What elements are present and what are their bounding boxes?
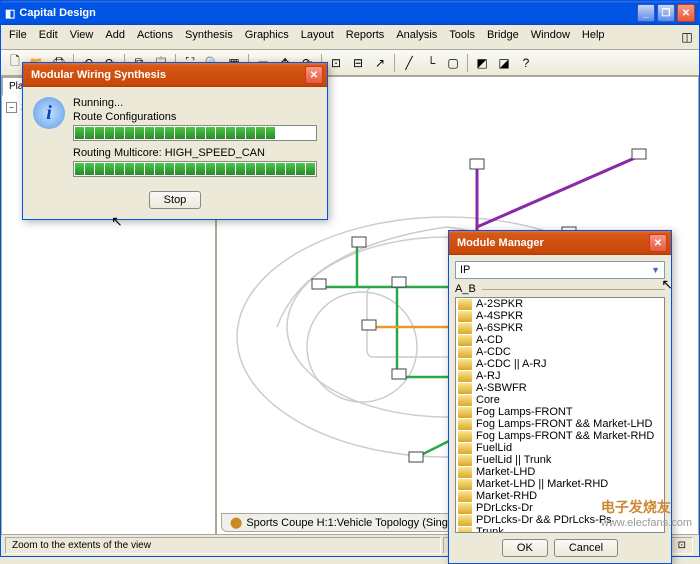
list-item[interactable]: Market-LHD || Market-RHD bbox=[456, 478, 664, 490]
list-item[interactable]: PDrLcks-Dr && PDrLcks-Ps bbox=[456, 514, 664, 526]
cancel-button[interactable]: Cancel bbox=[554, 539, 618, 557]
menu-layout[interactable]: Layout bbox=[295, 27, 340, 47]
list-item[interactable]: A-CDC || A-RJ bbox=[456, 358, 664, 370]
minimize-button[interactable]: _ bbox=[637, 4, 655, 22]
menu-reports[interactable]: Reports bbox=[340, 27, 391, 47]
list-item[interactable]: A-CDC bbox=[456, 346, 664, 358]
sort-label[interactable]: A_B bbox=[455, 283, 476, 295]
list-item[interactable]: A-4SPKR bbox=[456, 310, 664, 322]
progress-bar-1 bbox=[73, 125, 317, 141]
list-item[interactable]: Market-RHD bbox=[456, 490, 664, 502]
module-titlebar[interactable]: Module Manager ✕ bbox=[449, 231, 671, 255]
info-icon: i bbox=[33, 97, 65, 129]
menu-graphics[interactable]: Graphics bbox=[239, 27, 295, 47]
folder-icon bbox=[458, 359, 472, 370]
ok-button[interactable]: OK bbox=[502, 539, 548, 557]
folder-icon bbox=[458, 383, 472, 394]
module-manager-dialog: Module Manager ✕ IP ▼ A_B A-2SPKRA-4SPKR… bbox=[448, 230, 672, 564]
progress-title: Modular Wiring Synthesis bbox=[27, 69, 305, 81]
progress-dialog: Modular Wiring Synthesis ✕ i Running... … bbox=[22, 62, 328, 220]
stop-button[interactable]: Stop bbox=[149, 191, 202, 209]
list-item[interactable]: Fog Lamps-FRONT && Market-LHD bbox=[456, 418, 664, 430]
module-title: Module Manager bbox=[453, 237, 649, 249]
tb-rect-icon[interactable]: ▢ bbox=[443, 53, 463, 73]
tb-cfg2-icon[interactable]: ◪ bbox=[494, 53, 514, 73]
maximize-button[interactable]: ❐ bbox=[657, 4, 675, 22]
list-item[interactable]: Core bbox=[456, 394, 664, 406]
menubar: File Edit View Add Actions Synthesis Gra… bbox=[1, 25, 699, 50]
list-item[interactable]: A-SBWFR bbox=[456, 382, 664, 394]
menu-edit[interactable]: Edit bbox=[33, 27, 64, 47]
list-item[interactable]: FuelLid || Trunk bbox=[456, 454, 664, 466]
app-icon: ◧ bbox=[5, 7, 15, 20]
tb-connector-icon[interactable]: ⊡ bbox=[326, 53, 346, 73]
tb-slot-icon[interactable]: ⊟ bbox=[348, 53, 368, 73]
status-message: Zoom to the extents of the view bbox=[5, 537, 441, 554]
progress-titlebar[interactable]: Modular Wiring Synthesis ✕ bbox=[23, 63, 327, 87]
folder-icon bbox=[458, 503, 472, 514]
menu-actions[interactable]: Actions bbox=[131, 27, 179, 47]
folder-icon bbox=[458, 467, 472, 478]
tb-cfg1-icon[interactable]: ◩ bbox=[472, 53, 492, 73]
list-item[interactable]: Fog Lamps-FRONT bbox=[456, 406, 664, 418]
folder-icon bbox=[458, 347, 472, 358]
folder-icon bbox=[458, 431, 472, 442]
tb-help-icon[interactable]: ? bbox=[516, 53, 536, 73]
tb-line-icon[interactable]: ╱ bbox=[399, 53, 419, 73]
collapse-icon[interactable]: − bbox=[6, 102, 17, 113]
running-label: Running... bbox=[73, 97, 317, 109]
folder-icon bbox=[458, 527, 472, 534]
list-item[interactable]: Fog Lamps-FRONT && Market-RHD bbox=[456, 430, 664, 442]
folder-icon bbox=[458, 335, 472, 346]
app-title: Capital Design bbox=[15, 7, 637, 19]
progress-bar-2 bbox=[73, 161, 317, 177]
list-item[interactable]: Market-LHD bbox=[456, 466, 664, 478]
folder-icon bbox=[458, 323, 472, 334]
list-item[interactable]: Trunk bbox=[456, 526, 664, 533]
status-extra-icon: ⊡ bbox=[671, 537, 693, 554]
progress-label-1: Route Configurations bbox=[73, 111, 317, 123]
folder-icon bbox=[458, 371, 472, 382]
menu-add[interactable]: Add bbox=[99, 27, 131, 47]
folder-icon bbox=[458, 443, 472, 454]
tb-polyline-icon[interactable]: └ bbox=[421, 53, 441, 73]
tb-arrow-icon[interactable]: ↗ bbox=[370, 53, 390, 73]
menu-window[interactable]: Window bbox=[525, 27, 576, 47]
folder-icon bbox=[458, 407, 472, 418]
list-item[interactable]: A-RJ bbox=[456, 370, 664, 382]
folder-icon bbox=[458, 491, 472, 502]
module-list[interactable]: A-2SPKRA-4SPKRA-6SPKRA-CDA-CDCA-CDC || A… bbox=[455, 297, 665, 533]
menu-help[interactable]: Help bbox=[576, 27, 611, 47]
menu-extra-icon[interactable]: ◫ bbox=[677, 27, 697, 47]
menu-synthesis[interactable]: Synthesis bbox=[179, 27, 239, 47]
menu-view[interactable]: View bbox=[64, 27, 100, 47]
list-item[interactable]: A-6SPKR bbox=[456, 322, 664, 334]
list-item[interactable]: A-2SPKR bbox=[456, 298, 664, 310]
list-item[interactable]: PDrLcks-Dr bbox=[456, 502, 664, 514]
progress-close-button[interactable]: ✕ bbox=[305, 66, 323, 84]
folder-icon bbox=[458, 311, 472, 322]
menu-bridge[interactable]: Bridge bbox=[481, 27, 525, 47]
folder-icon bbox=[458, 419, 472, 430]
list-item[interactable]: FuelLid bbox=[456, 442, 664, 454]
main-titlebar: ◧ Capital Design _ ❐ ✕ bbox=[1, 1, 699, 25]
menu-file[interactable]: File bbox=[3, 27, 33, 47]
menu-tools[interactable]: Tools bbox=[443, 27, 481, 47]
list-item[interactable]: A-CD bbox=[456, 334, 664, 346]
folder-icon bbox=[458, 515, 472, 526]
module-close-button[interactable]: ✕ bbox=[649, 234, 667, 252]
chevron-down-icon: ▼ bbox=[651, 265, 660, 275]
filter-value: IP bbox=[460, 264, 470, 276]
menu-analysis[interactable]: Analysis bbox=[390, 27, 443, 47]
progress-label-2: Routing Multicore: HIGH_SPEED_CAN bbox=[73, 147, 317, 159]
folder-icon bbox=[458, 479, 472, 490]
filter-combo[interactable]: IP ▼ bbox=[455, 261, 665, 279]
folder-icon bbox=[458, 395, 472, 406]
folder-icon bbox=[458, 299, 472, 310]
close-button[interactable]: ✕ bbox=[677, 4, 695, 22]
folder-icon bbox=[458, 455, 472, 466]
